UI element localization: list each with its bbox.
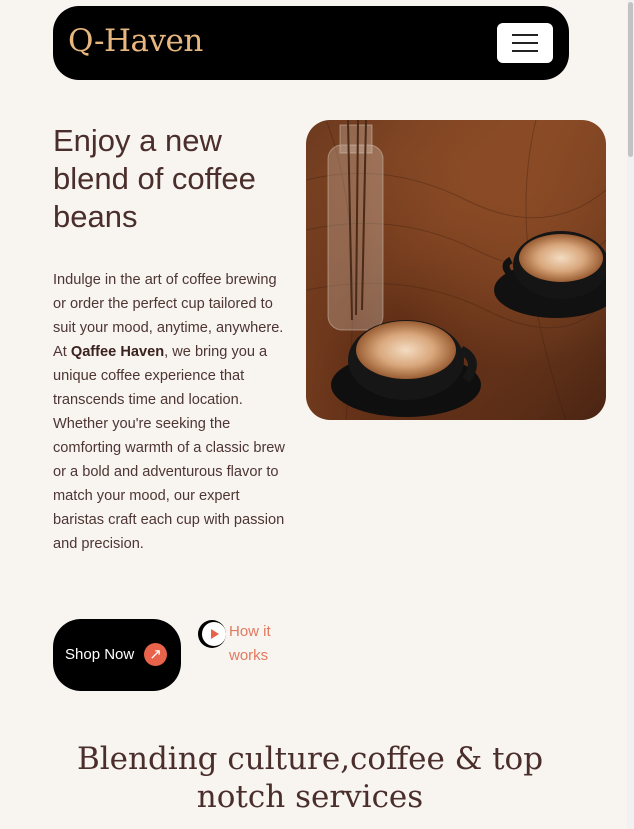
hero-description: Indulge in the art of coffee brewing or …	[53, 272, 285, 552]
navbar: Q-Haven	[53, 6, 569, 80]
shop-now-button[interactable]: Shop Now ↗	[53, 619, 181, 691]
scrollbar-thumb[interactable]	[628, 2, 633, 157]
arrow-up-right-icon: ↗	[144, 643, 167, 666]
shop-now-label: Shop Now	[65, 646, 135, 663]
page-scrollbar[interactable]	[627, 0, 634, 829]
how-it-works-link[interactable]: How it works	[229, 620, 274, 668]
hero-title: Enjoy a new blend of coffee beans	[53, 123, 256, 234]
coffee-cups-illustration	[306, 120, 606, 420]
play-icon	[198, 620, 226, 648]
brand-name-highlight: Qaffee Haven	[70, 344, 165, 360]
section-title: Blending culture,coffee & top notch serv…	[76, 741, 544, 815]
hamburger-menu-icon	[512, 34, 538, 36]
play-video-button[interactable]	[197, 619, 227, 649]
menu-toggle-button[interactable]	[497, 23, 553, 63]
brand-logo[interactable]: Q-Haven	[68, 26, 203, 57]
hero-coffee-image	[306, 120, 606, 420]
